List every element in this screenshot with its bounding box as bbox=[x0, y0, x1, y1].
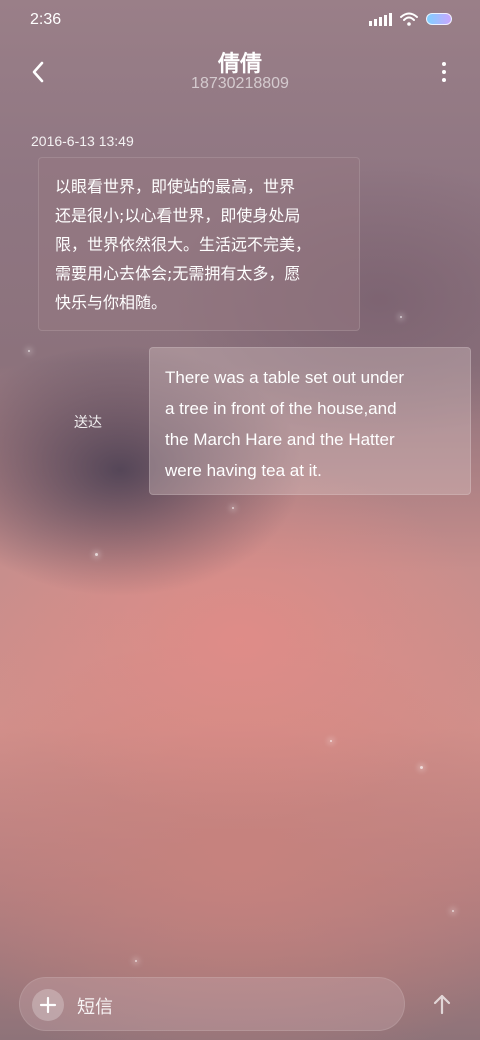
contact-number: 18730218809 bbox=[191, 75, 289, 92]
contact-name: 倩倩 bbox=[217, 52, 262, 77]
signal-icon bbox=[369, 12, 392, 26]
message-line: 需要用心去体会;无需拥有太多，愿 bbox=[55, 264, 301, 283]
send-button[interactable] bbox=[426, 988, 458, 1020]
delivery-status: 送达 bbox=[74, 415, 102, 431]
message-composer: 短信 bbox=[19, 977, 405, 1031]
incoming-message-bubble[interactable]: 以眼看世界，即使站的最高，世界 还是很小;以心看世界，即使身处局 限，世界依然很… bbox=[38, 157, 360, 331]
wifi-icon bbox=[400, 12, 418, 26]
message-line: a tree in front of the house,and bbox=[165, 399, 397, 418]
message-line: were having tea at it. bbox=[165, 461, 322, 480]
status-icons bbox=[369, 12, 452, 26]
more-options-button[interactable] bbox=[434, 58, 454, 86]
message-line: 限，世界依然很大。生活远不完美， bbox=[55, 235, 312, 254]
outgoing-message-bubble[interactable]: There was a table set out under a tree i… bbox=[149, 347, 471, 495]
message-input[interactable]: 短信 bbox=[77, 993, 113, 1019]
arrow-up-icon bbox=[433, 994, 451, 1015]
message-line: the March Hare and the Hatter bbox=[165, 430, 395, 449]
status-bar: 2:36 bbox=[0, 0, 480, 40]
message-line: There was a table set out under bbox=[165, 368, 405, 387]
message-line: 快乐与你相随。 bbox=[55, 293, 168, 312]
background-stars bbox=[0, 0, 480, 1040]
message-line: 还是很小;以心看世界，即使身处局 bbox=[55, 206, 301, 225]
more-vertical-icon bbox=[442, 62, 446, 66]
status-time: 2:36 bbox=[30, 11, 62, 28]
plus-icon bbox=[39, 996, 57, 1014]
conversation-header: 倩倩 18730218809 bbox=[0, 40, 480, 110]
message-timestamp: 2016-6-13 13:49 bbox=[31, 133, 134, 149]
battery-icon bbox=[426, 13, 452, 25]
message-line: 以眼看世界，即使站的最高，世界 bbox=[55, 177, 296, 196]
add-attachment-button[interactable] bbox=[32, 989, 64, 1021]
